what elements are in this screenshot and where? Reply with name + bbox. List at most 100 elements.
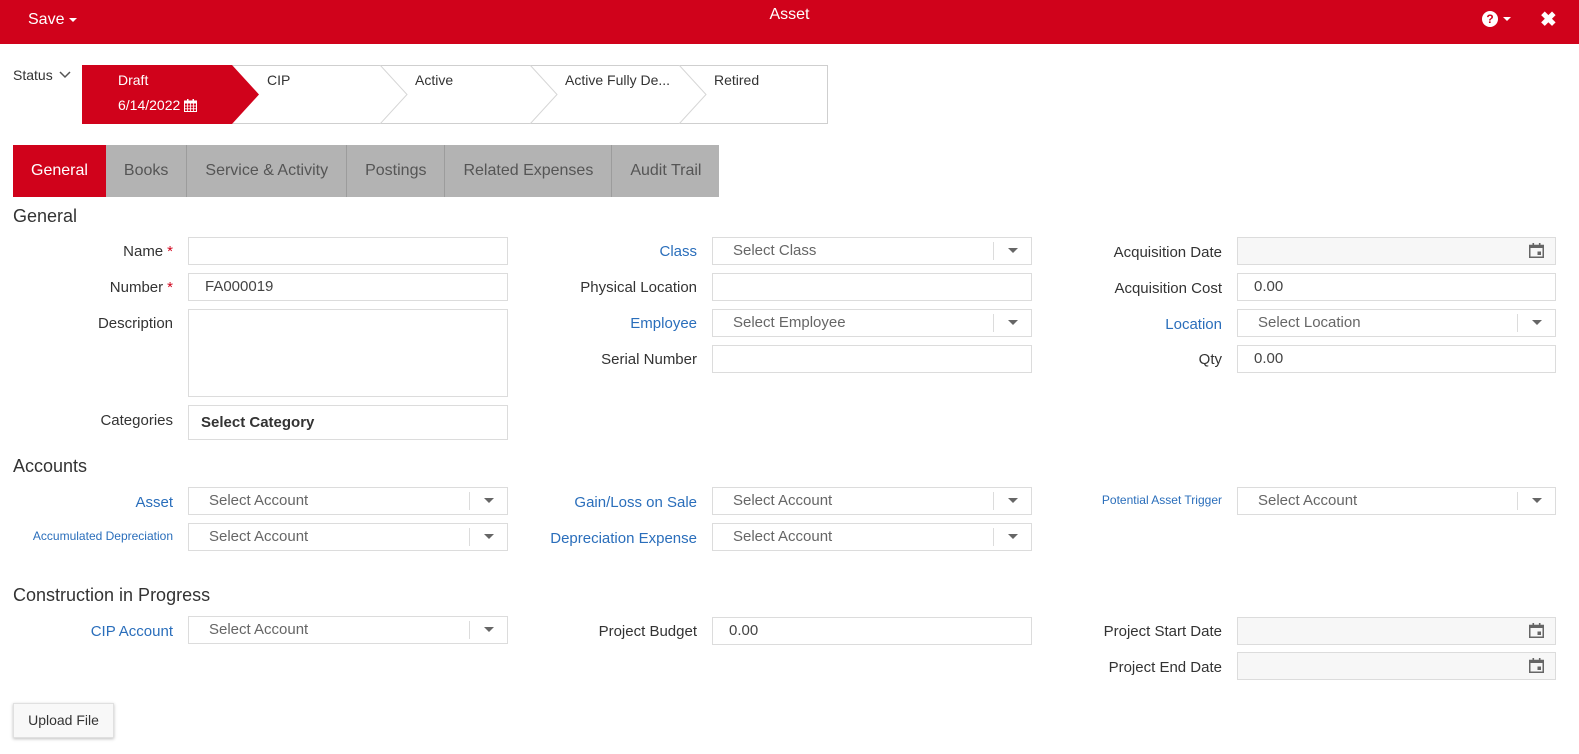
top-bar: Save Asset ? ✖ [0, 0, 1579, 44]
project-budget-label: Project Budget [598, 623, 697, 640]
class-select[interactable]: Select Class [712, 237, 1032, 265]
tab-books[interactable]: Books [106, 145, 188, 197]
calendar-icon[interactable] [1529, 658, 1544, 673]
asset-account-select[interactable]: Select Account [188, 487, 508, 515]
close-button[interactable]: ✖ [1540, 7, 1557, 32]
tab-related-expenses[interactable]: Related Expenses [445, 145, 613, 197]
gain-loss-select[interactable]: Select Account [712, 487, 1032, 515]
location-select[interactable]: Select Location [1237, 309, 1556, 337]
stage-cip[interactable]: CIP [259, 65, 407, 124]
stage-active-fully-depreciated[interactable]: Active Fully De... [557, 65, 706, 124]
required-marker: * [167, 243, 173, 260]
chevron-down-icon [59, 71, 71, 79]
acquisition-date-label: Acquisition Date [1113, 244, 1222, 261]
name-label: Name * [123, 243, 173, 260]
location-placeholder: Select Location [1258, 314, 1361, 331]
categories-select[interactable]: Select Category [188, 405, 508, 440]
number-label: Number * [110, 279, 173, 296]
cip-account-link[interactable]: CIP Account [91, 623, 173, 640]
number-value: FA000019 [205, 278, 274, 295]
asset-account-link[interactable]: Asset [135, 494, 173, 511]
name-input[interactable] [188, 237, 508, 265]
depreciation-expense-select[interactable]: Select Account [712, 523, 1032, 551]
physical-location-input[interactable] [712, 273, 1032, 301]
accumulated-depreciation-placeholder: Select Account [209, 528, 309, 545]
stage-draft[interactable]: Draft 6/14/2022 [82, 65, 259, 124]
tab-postings[interactable]: Postings [347, 145, 446, 197]
stage-active[interactable]: Active [407, 65, 557, 124]
tab-bar: General Books Service & Activity Posting… [13, 145, 720, 197]
qty-input[interactable]: 0.00 [1237, 345, 1556, 373]
description-label: Description [97, 315, 173, 332]
serial-number-input[interactable] [712, 345, 1032, 373]
potential-asset-trigger-link[interactable]: Potential Asset Trigger [1102, 493, 1222, 507]
close-icon: ✖ [1540, 9, 1557, 31]
required-marker: * [167, 279, 173, 296]
calendar-icon[interactable] [1529, 623, 1544, 638]
project-budget-input[interactable]: 0.00 [712, 617, 1032, 645]
location-link[interactable]: Location [1165, 316, 1222, 333]
physical-location-label: Physical Location [580, 279, 697, 296]
qty-label: Qty [1198, 351, 1222, 368]
stage-name: Active [415, 72, 454, 88]
employee-placeholder: Select Employee [733, 314, 846, 331]
description-textarea[interactable] [188, 309, 508, 397]
depreciation-expense-placeholder: Select Account [733, 528, 833, 545]
stage-date-value: 6/14/2022 [118, 97, 181, 113]
number-input[interactable]: FA000019 [188, 273, 508, 301]
status-stages: Draft 6/14/2022 CIP Active Active Fully … [82, 65, 828, 124]
gain-loss-link[interactable]: Gain/Loss on Sale [574, 494, 697, 511]
dropdown-arrow-icon [469, 528, 507, 546]
tab-service-activity[interactable]: Service & Activity [187, 145, 348, 197]
class-link[interactable]: Class [659, 243, 697, 260]
project-end-date-input[interactable] [1237, 652, 1556, 680]
stage-name: CIP [267, 72, 291, 88]
acquisition-date-input[interactable] [1237, 237, 1556, 265]
acquisition-cost-input[interactable]: 0.00 [1237, 273, 1556, 301]
cip-account-placeholder: Select Account [209, 621, 309, 638]
gain-loss-placeholder: Select Account [733, 492, 833, 509]
tab-general[interactable]: General [13, 145, 106, 197]
stage-retired[interactable]: Retired [706, 65, 828, 124]
section-title-cip: Construction in Progress [13, 585, 211, 605]
depreciation-expense-link[interactable]: Depreciation Expense [550, 530, 697, 547]
accumulated-depreciation-select[interactable]: Select Account [188, 523, 508, 551]
categories-value: Select Category [201, 414, 315, 431]
employee-link[interactable]: Employee [630, 315, 697, 332]
help-button[interactable]: ? [1482, 11, 1511, 27]
dropdown-arrow-icon [1517, 314, 1555, 332]
dropdown-arrow-icon [993, 492, 1031, 510]
acquisition-cost-label: Acquisition Cost [1114, 280, 1222, 297]
project-budget-value: 0.00 [729, 622, 759, 639]
dropdown-arrow-icon [993, 528, 1031, 546]
serial-number-label: Serial Number [601, 351, 697, 368]
status-toggle[interactable]: Status [13, 67, 71, 83]
potential-asset-trigger-placeholder: Select Account [1258, 492, 1358, 509]
cip-account-select[interactable]: Select Account [188, 616, 508, 644]
calendar-icon [184, 98, 198, 112]
dropdown-arrow-icon [1517, 492, 1555, 510]
caret-down-icon [1503, 17, 1511, 21]
dropdown-arrow-icon [469, 492, 507, 510]
categories-label: Categories [100, 412, 173, 429]
tab-audit-trail[interactable]: Audit Trail [612, 145, 719, 197]
stage-date[interactable]: 6/14/2022 [118, 97, 198, 113]
qty-value: 0.00 [1254, 350, 1284, 367]
upload-file-button[interactable]: Upload File [13, 703, 114, 738]
calendar-icon[interactable] [1529, 243, 1544, 258]
section-title-accounts: Accounts [13, 456, 88, 476]
employee-select[interactable]: Select Employee [712, 309, 1032, 337]
stage-name: Retired [714, 72, 760, 88]
status-label: Status [13, 67, 53, 83]
name-label-text: Name [123, 243, 164, 260]
page-title: Asset [769, 6, 810, 23]
section-title-general: General [13, 206, 78, 226]
help-icon: ? [1482, 11, 1498, 27]
project-start-date-label: Project Start Date [1103, 623, 1222, 640]
dropdown-arrow-icon [993, 314, 1031, 332]
project-start-date-input[interactable] [1237, 617, 1556, 645]
accumulated-depreciation-link[interactable]: Accumulated Depreciation [33, 529, 173, 543]
potential-asset-trigger-select[interactable]: Select Account [1237, 487, 1556, 515]
stage-name: Draft [118, 72, 149, 88]
dropdown-arrow-icon [469, 621, 507, 639]
